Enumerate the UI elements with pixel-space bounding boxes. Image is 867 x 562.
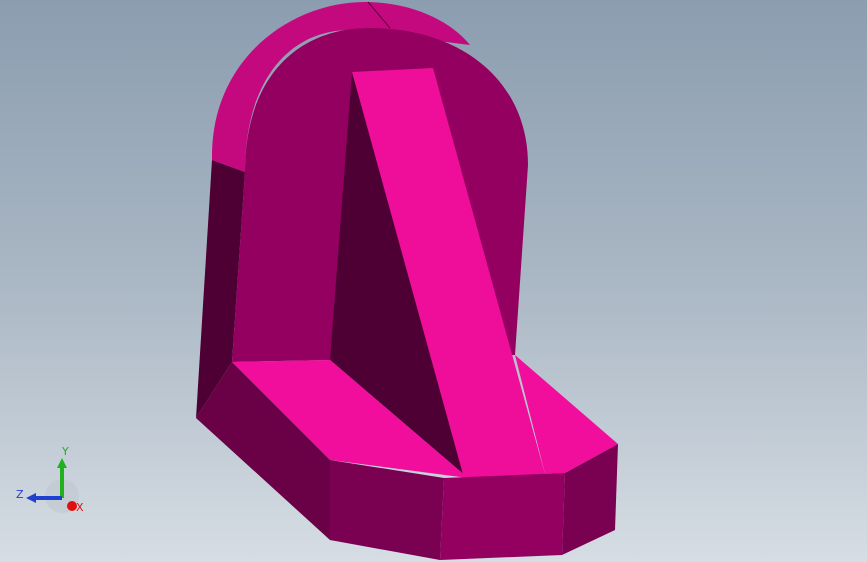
graphics-viewport[interactable]: Y Z X bbox=[0, 0, 867, 562]
y-axis-arrowhead bbox=[57, 458, 67, 468]
view-orientation-triad[interactable]: Y Z X bbox=[12, 444, 92, 520]
z-axis-arrowhead bbox=[26, 493, 36, 503]
y-axis-label: Y bbox=[61, 445, 69, 458]
3d-part-model[interactable] bbox=[0, 0, 867, 562]
z-axis-label: Z bbox=[16, 488, 24, 501]
base-front-face bbox=[440, 473, 565, 560]
base-chamfer-left-face bbox=[330, 460, 444, 560]
x-axis-label: X bbox=[76, 501, 84, 514]
